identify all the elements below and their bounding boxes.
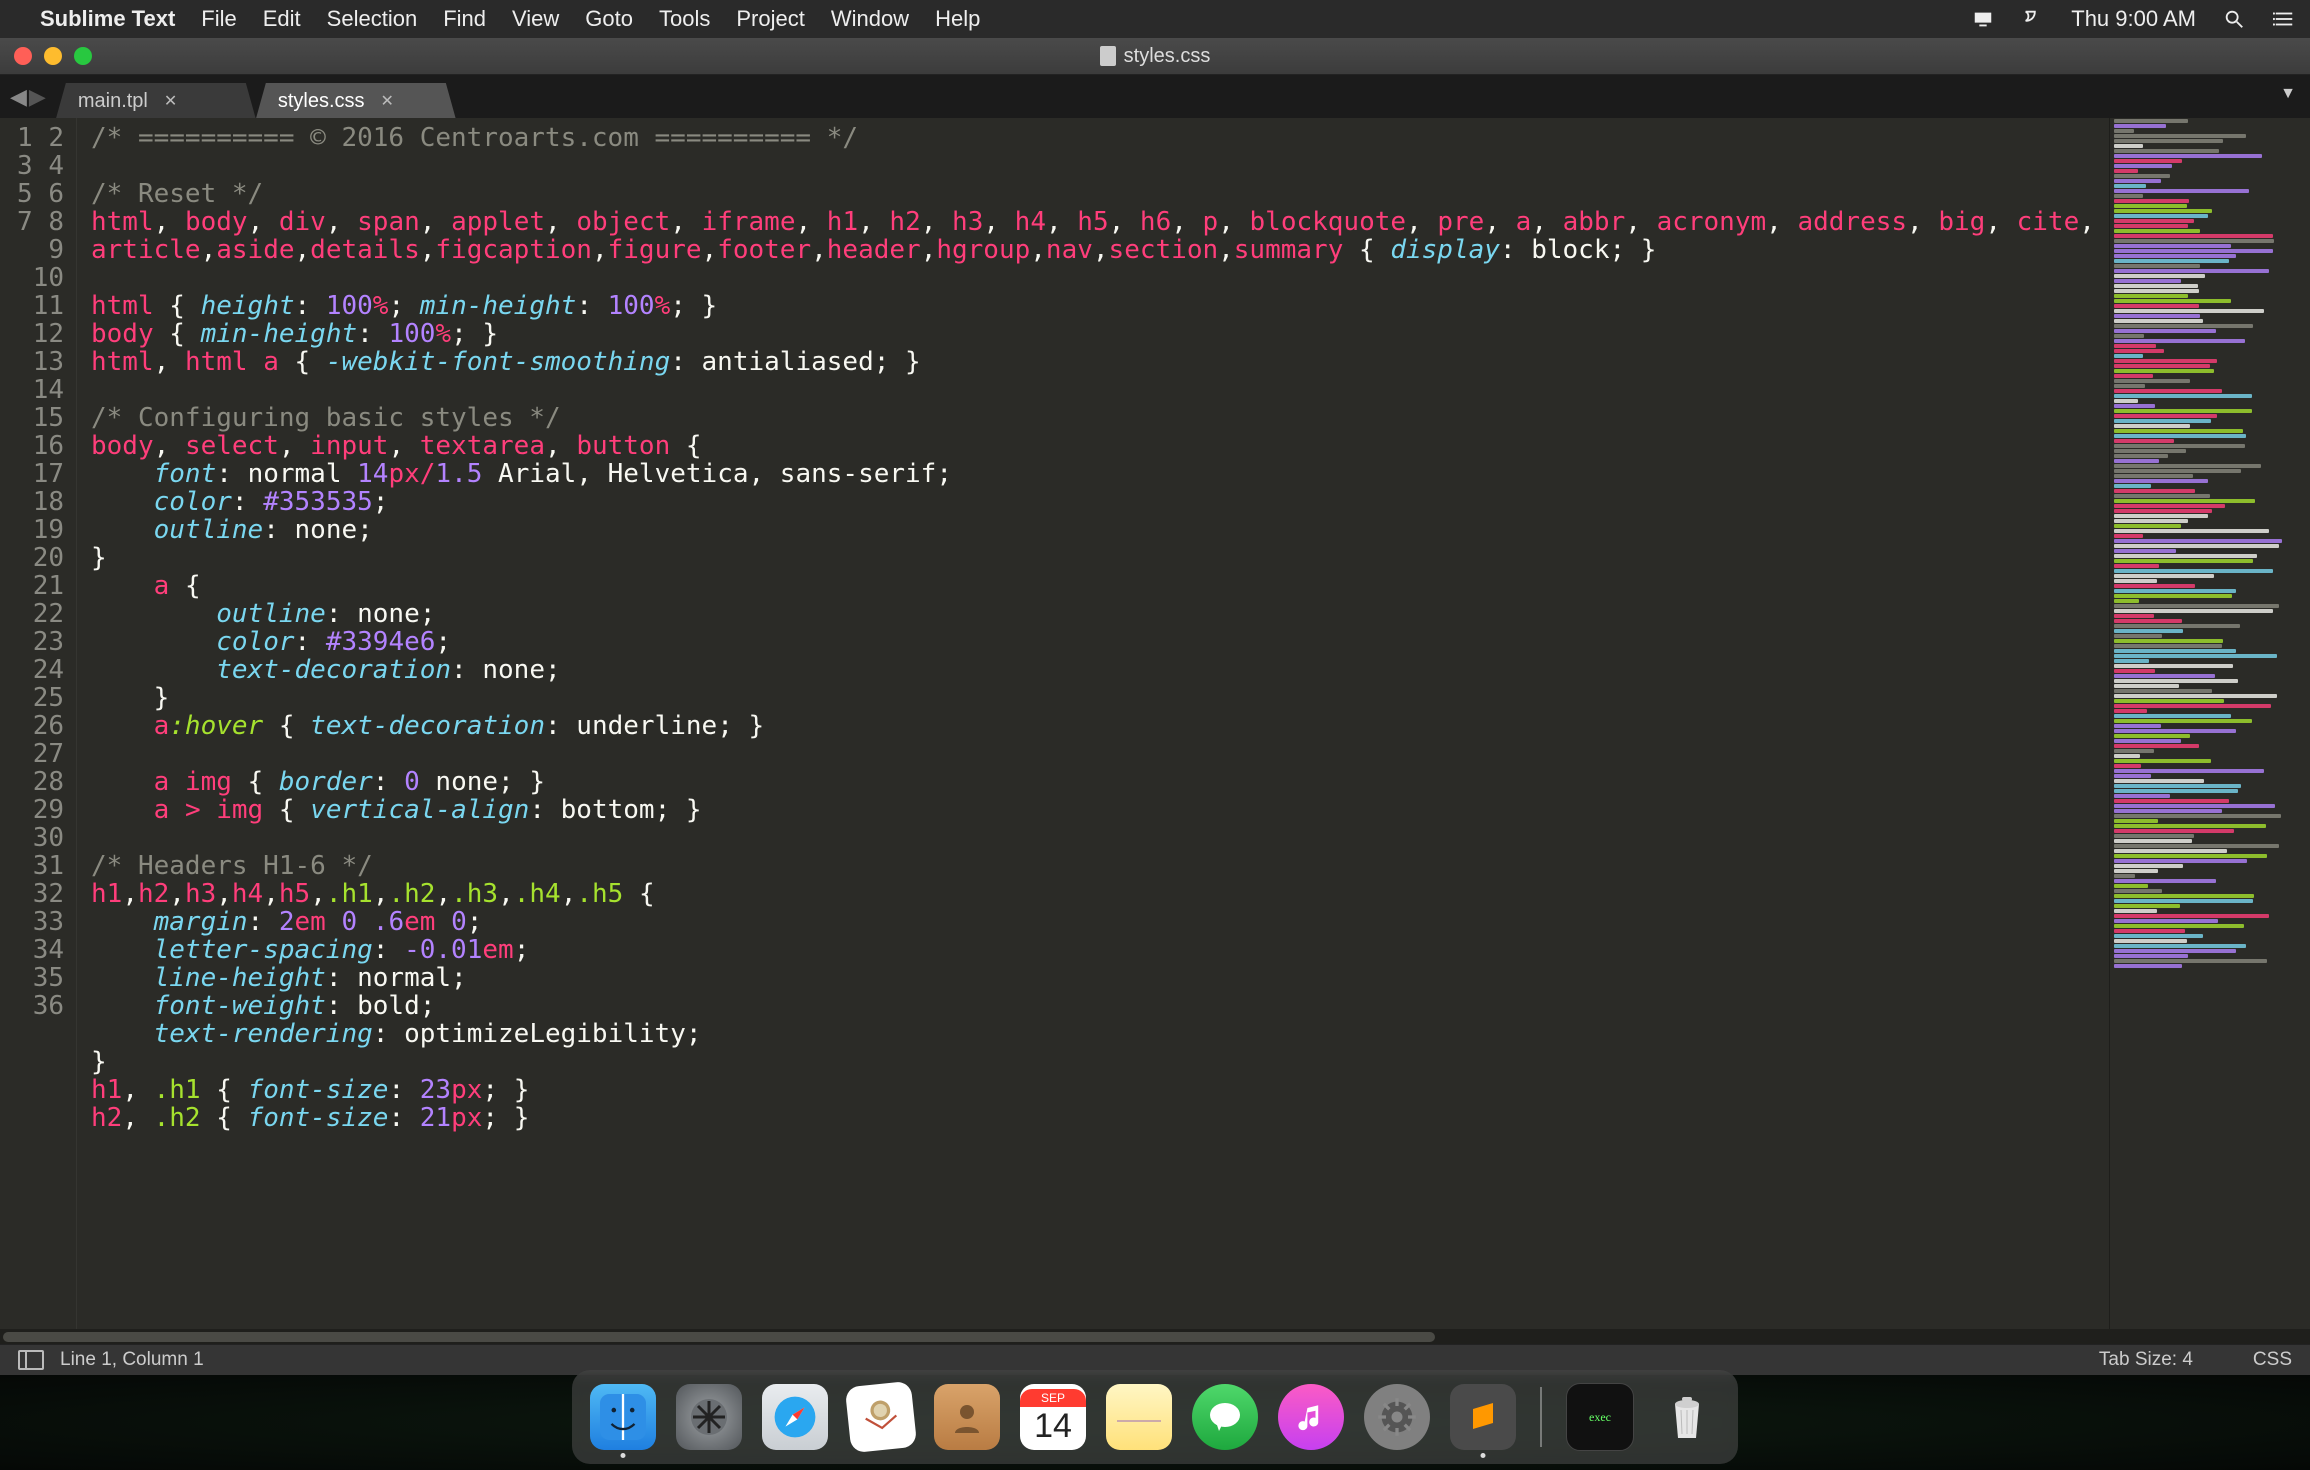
exec-tile-label: exec	[1589, 1410, 1611, 1425]
tab-forward-icon[interactable]: ▶	[29, 84, 46, 110]
scrollbar-thumb[interactable]	[3, 1332, 1435, 1342]
tab-close-icon[interactable]: ✕	[164, 91, 177, 111]
dock-app-system-preferences[interactable]	[1364, 1384, 1430, 1450]
tab-history-arrows: ◀ ▶	[0, 75, 56, 119]
menu-file[interactable]: File	[201, 6, 236, 32]
macos-menubar: Sublime Text File Edit Selection Find Vi…	[0, 0, 2310, 38]
dock-app-messages[interactable]	[1192, 1384, 1258, 1450]
desktop-background: SEP 14 exec	[0, 1375, 2310, 1470]
window-title: styles.css	[0, 45, 2310, 68]
menu-project[interactable]: Project	[736, 6, 804, 32]
calendar-day-label: 14	[1034, 1407, 1072, 1445]
menu-selection[interactable]: Selection	[327, 6, 418, 32]
window-titlebar: styles.css	[0, 38, 2310, 75]
dock-app-music[interactable]	[1278, 1384, 1344, 1450]
dock-tile-exec[interactable]: exec	[1566, 1383, 1634, 1451]
tab-main-tpl[interactable]: main.tpl ✕	[56, 83, 256, 119]
display-menu-icon[interactable]	[1971, 7, 1995, 31]
dock-app-mail[interactable]	[845, 1381, 918, 1454]
calendar-month-label: SEP	[1020, 1389, 1086, 1407]
dock: SEP 14 exec	[572, 1370, 1738, 1464]
dock-app-calendar[interactable]: SEP 14	[1020, 1384, 1086, 1450]
dock-app-notes[interactable]	[1106, 1384, 1172, 1450]
dock-app-launchpad[interactable]	[676, 1384, 742, 1450]
menu-edit[interactable]: Edit	[263, 6, 301, 32]
menubar-clock[interactable]: Thu 9:00 AM	[2071, 6, 2196, 32]
status-cursor-position[interactable]: Line 1, Column 1	[60, 1349, 204, 1371]
tab-bar: ◀ ▶ main.tpl ✕ styles.css ✕ ▼	[0, 75, 2310, 119]
running-indicator-icon	[1481, 1453, 1486, 1458]
tab-overflow-icon[interactable]: ▼	[2280, 85, 2296, 103]
notification-center-icon[interactable]	[2272, 7, 2296, 31]
tab-styles-css[interactable]: styles.css ✕	[256, 83, 456, 119]
menu-goto[interactable]: Goto	[585, 6, 633, 32]
editor-area: 1 2 3 4 5 6 7 8 9 10 11 12 13 14 15 16 1…	[0, 118, 2310, 1345]
script-menu-icon[interactable]	[2021, 7, 2045, 31]
menu-find[interactable]: Find	[443, 6, 486, 32]
dock-app-safari[interactable]	[762, 1384, 828, 1450]
menu-view[interactable]: View	[512, 6, 559, 32]
toggle-side-panel-icon[interactable]	[18, 1350, 44, 1370]
window-title-text: styles.css	[1124, 45, 1211, 68]
minimap[interactable]	[2109, 118, 2310, 1345]
dock-app-finder[interactable]	[590, 1384, 656, 1450]
document-proxy-icon[interactable]	[1100, 46, 1116, 66]
app-name[interactable]: Sublime Text	[40, 6, 175, 32]
tab-label: main.tpl	[78, 90, 148, 113]
running-indicator-icon	[621, 1453, 626, 1458]
dock-divider	[1540, 1387, 1542, 1447]
dock-app-contacts[interactable]	[934, 1384, 1000, 1450]
tab-close-icon[interactable]: ✕	[381, 91, 394, 111]
spotlight-search-icon[interactable]	[2222, 7, 2246, 31]
horizontal-scrollbar[interactable]	[0, 1329, 2310, 1345]
code-editor[interactable]: /* ========== © 2016 Centroarts.com ====…	[77, 118, 2109, 1345]
tab-back-icon[interactable]: ◀	[10, 84, 27, 110]
status-indent[interactable]: Tab Size: 4	[2099, 1349, 2193, 1371]
menu-tools[interactable]: Tools	[659, 6, 710, 32]
dock-trash[interactable]	[1654, 1384, 1720, 1450]
menu-window[interactable]: Window	[831, 6, 909, 32]
status-syntax[interactable]: CSS	[2253, 1349, 2292, 1371]
tab-label: styles.css	[278, 90, 365, 113]
line-number-gutter[interactable]: 1 2 3 4 5 6 7 8 9 10 11 12 13 14 15 16 1…	[0, 118, 77, 1345]
menu-help[interactable]: Help	[935, 6, 980, 32]
dock-app-sublime-text[interactable]	[1450, 1384, 1516, 1450]
